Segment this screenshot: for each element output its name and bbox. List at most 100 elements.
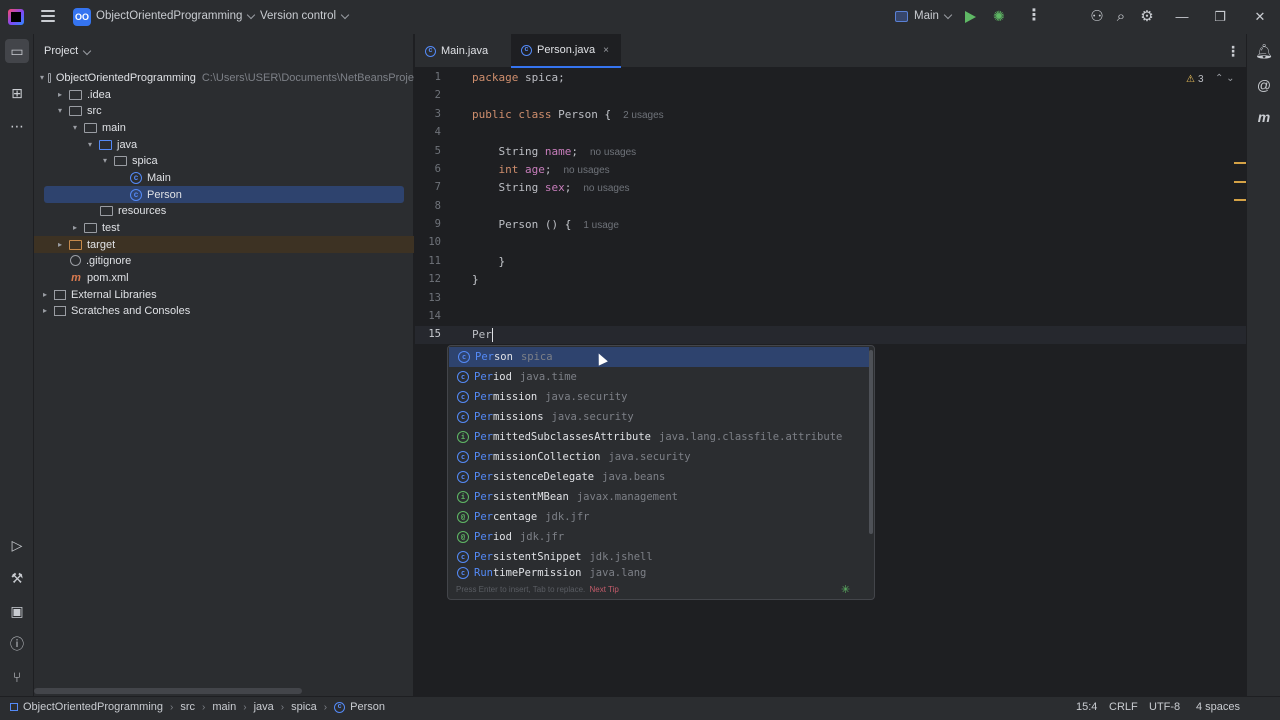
usage-hint[interactable]: 1 usage xyxy=(583,220,619,231)
tab-person-java[interactable]: c Person.java × xyxy=(511,34,621,68)
expand-arrow-icon[interactable]: ▸ xyxy=(55,240,65,249)
navigate-problems-arrows[interactable]: ⌃ ⌄ xyxy=(1215,73,1235,84)
project-panel-header[interactable]: Project xyxy=(44,45,92,57)
project-tool-icon[interactable]: ▭ xyxy=(5,39,29,63)
project-horizontal-scrollbar[interactable] xyxy=(34,688,302,694)
close-tab-icon[interactable]: × xyxy=(603,45,609,56)
problems-tool-icon[interactable]: ⓘ xyxy=(8,635,26,653)
collapse-arrow-icon[interactable]: ▾ xyxy=(85,140,95,149)
collapse-arrow-icon[interactable]: ▾ xyxy=(70,123,80,132)
completion-item[interactable]: c Per sistenceDelegate java.beans xyxy=(448,467,868,487)
project-badge[interactable]: OO xyxy=(73,8,91,26)
breadcrumb-item[interactable]: java xyxy=(254,701,274,713)
tree-item-gitignore[interactable]: .gitignore xyxy=(34,252,414,269)
more-actions-icon[interactable]: ⋮ xyxy=(1026,8,1042,24)
interface-icon: i xyxy=(457,491,469,503)
tree-item-main[interactable]: ▾ main xyxy=(34,119,414,136)
expand-arrow-icon[interactable]: ▸ xyxy=(40,306,50,315)
tree-label: java xyxy=(117,138,138,151)
terminal-tool-icon[interactable]: ▣ xyxy=(8,602,26,620)
completion-item[interactable]: c Per mission java.security xyxy=(448,387,868,407)
completion-item[interactable]: i Per mittedSubclassesAttribute java.lang.c… xyxy=(448,427,868,447)
settings-gear-icon[interactable]: ⚙ xyxy=(1138,8,1156,26)
tab-label: Main.java xyxy=(441,45,489,57)
structure-tool-icon[interactable]: ⊞ xyxy=(8,84,26,102)
warning-stripe-marker[interactable] xyxy=(1234,199,1246,201)
tree-item-root[interactable]: ▾ ObjectOrientedProgramming C:\Users\USER\… xyxy=(34,69,414,86)
chevron-down-icon xyxy=(943,10,953,19)
tree-item-java[interactable]: ▾ java xyxy=(34,136,414,153)
minimize-icon[interactable]: — xyxy=(1174,9,1190,25)
next-tip-link[interactable]: Next Tip xyxy=(589,585,618,594)
completion-scrollbar[interactable] xyxy=(869,350,873,534)
tree-item-pom[interactable]: m pom.xml xyxy=(34,269,414,286)
caret-position[interactable]: 15:4 xyxy=(1076,701,1097,713)
build-tool-icon[interactable]: ⚒ xyxy=(8,569,26,587)
line-number: 5 xyxy=(434,145,441,157)
completion-item[interactable]: c Per sistentSnippet jdk.jshell xyxy=(448,547,868,567)
completion-item[interactable]: c Per iod java.time xyxy=(448,367,868,387)
more-tools-icon[interactable]: ⋯ xyxy=(8,117,26,135)
completion-item[interactable]: c Run timePermission java.lang xyxy=(448,567,868,579)
tree-item-person-class[interactable]: c Person xyxy=(44,186,404,203)
notifications-icon[interactable]: 🔔︎ xyxy=(1255,42,1273,60)
tree-item-scratches[interactable]: ▸ Scratches and Consoles xyxy=(34,302,414,319)
folder-icon xyxy=(69,105,82,116)
indent-setting[interactable]: 4 spaces xyxy=(1196,701,1240,713)
maven-tool-icon[interactable]: m xyxy=(1255,108,1273,126)
tree-item-src[interactable]: ▾ src xyxy=(34,102,414,119)
collapse-arrow-icon[interactable]: ▾ xyxy=(40,73,44,82)
breadcrumb-item[interactable]: spica xyxy=(291,701,317,713)
completion-item[interactable]: @ Per centage jdk.jfr xyxy=(448,507,868,527)
code-completion-popup: c Per son spica c Per iod java.time c Per missio… xyxy=(447,345,875,600)
git-tool-icon[interactable]: ⑂ xyxy=(8,668,26,686)
tab-options-icon[interactable]: ⋮ xyxy=(1226,43,1240,60)
search-icon[interactable]: ⌕ xyxy=(1112,8,1130,26)
completion-item[interactable]: c Per son spica xyxy=(449,347,869,367)
tree-item-spica[interactable]: ▾ spica xyxy=(34,152,414,169)
expand-arrow-icon[interactable]: ▸ xyxy=(55,90,65,99)
restore-icon[interactable]: ❐ xyxy=(1212,9,1228,25)
warnings-indicator[interactable]: ⚠ 3 xyxy=(1186,74,1204,85)
completion-item[interactable]: @ Per iod jdk.jfr xyxy=(448,527,868,547)
expand-arrow-icon[interactable]: ▸ xyxy=(70,223,80,232)
main-menu-icon[interactable] xyxy=(41,10,55,22)
add-user-icon[interactable]: ⚇ xyxy=(1088,8,1106,26)
project-switcher[interactable]: ObjectOrientedProgramming xyxy=(96,10,256,22)
services-tool-icon[interactable]: ▷ xyxy=(8,536,26,554)
completion-item[interactable]: c Per missionCollection java.security xyxy=(448,447,868,467)
breadcrumb-item[interactable]: ObjectOrientedProgramming xyxy=(23,701,163,713)
collapse-arrow-icon[interactable]: ▾ xyxy=(100,156,110,165)
resources-folder-icon xyxy=(100,205,113,216)
tree-item-main-class[interactable]: c Main xyxy=(34,169,414,186)
completion-item[interactable]: i Per sistentMBean javax.management xyxy=(448,487,868,507)
run-configuration-selector[interactable]: Main xyxy=(895,10,953,22)
item-text: sistenceDelegate xyxy=(492,471,595,483)
collapse-arrow-icon[interactable]: ▾ xyxy=(55,106,65,115)
breadcrumb-item[interactable]: Person xyxy=(350,701,385,713)
warning-stripe-marker[interactable] xyxy=(1234,162,1246,164)
expand-arrow-icon[interactable]: ▸ xyxy=(40,290,50,299)
breadcrumb-item[interactable]: src xyxy=(180,701,195,713)
tree-item-external-libraries[interactable]: ▸ External Libraries xyxy=(34,286,414,303)
tree-item-resources[interactable]: resources xyxy=(34,202,414,219)
file-encoding[interactable]: UTF-8 xyxy=(1149,701,1180,713)
tree-item-idea[interactable]: ▸ .idea xyxy=(34,86,414,103)
completion-item[interactable]: c Per missions java.security xyxy=(448,407,868,427)
tab-main-java[interactable]: c Main.java xyxy=(425,34,488,68)
run-icon[interactable] xyxy=(965,11,976,23)
close-window-icon[interactable]: ✕ xyxy=(1252,9,1268,25)
warning-stripe-marker[interactable] xyxy=(1234,181,1246,183)
debug-icon[interactable]: ✺ xyxy=(993,9,1007,23)
class-icon: c xyxy=(457,567,469,579)
match-text: Run xyxy=(474,567,493,579)
tree-item-test[interactable]: ▸ test xyxy=(34,219,414,236)
usage-hint[interactable]: 2 usages xyxy=(623,110,664,121)
item-package: jdk.jshell xyxy=(589,551,653,563)
version-control-menu[interactable]: Version control xyxy=(260,10,350,22)
line-separator[interactable]: CRLF xyxy=(1109,701,1138,713)
ai-assistant-icon[interactable]: @ xyxy=(1255,76,1273,94)
line-number: 6 xyxy=(434,163,441,175)
breadcrumb-item[interactable]: main xyxy=(212,701,236,713)
tree-item-target[interactable]: ▸ target xyxy=(34,236,414,253)
